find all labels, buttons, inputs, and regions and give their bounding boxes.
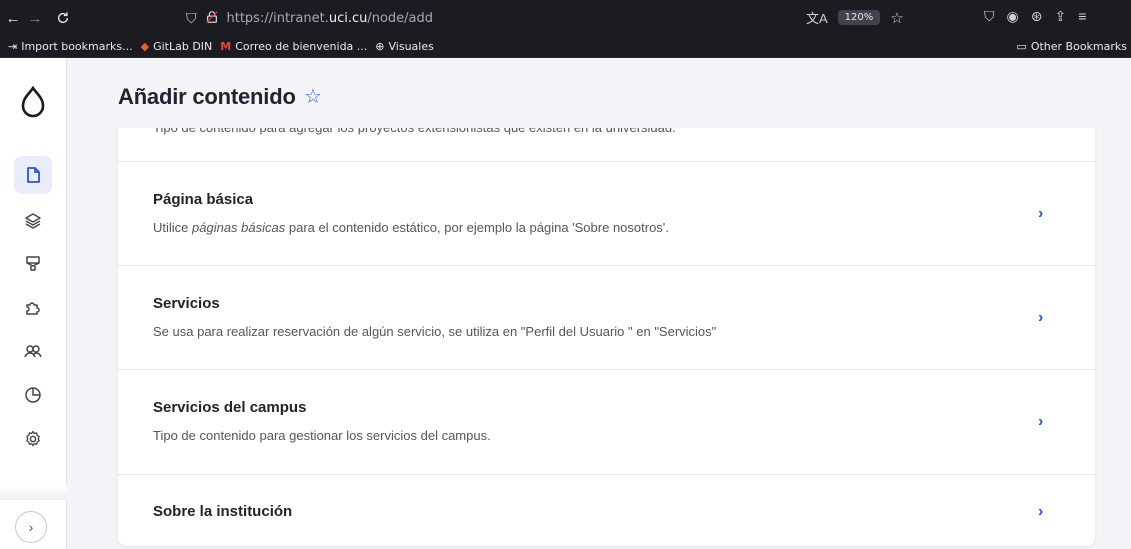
content-type-name[interactable]: Página básica: [153, 191, 253, 208]
chevron-right-icon[interactable]: ›: [1038, 205, 1043, 223]
admin-sidebar: ›: [0, 58, 67, 549]
extension-icon[interactable]: ⊛: [1031, 8, 1043, 25]
page-header: Añadir contenido ☆: [68, 58, 1131, 128]
url-text[interactable]: https://intranet.uci.cu/node/add: [227, 11, 434, 26]
gmail-icon: M: [220, 40, 232, 53]
content-type-sobre-institucion[interactable]: Sobre la institución ›: [118, 475, 1095, 546]
people-icon: [24, 345, 42, 358]
tracking-shield-icon[interactable]: ⛉: [186, 10, 197, 27]
translate-icon[interactable]: 文A: [806, 8, 828, 27]
content-type-description: Se usa para realizar reservación de algú…: [153, 324, 717, 339]
sidebar-configuration-button[interactable]: [14, 420, 52, 458]
sidebar-appearance-button[interactable]: [14, 245, 52, 283]
file-icon: [27, 167, 40, 183]
chevron-right-icon[interactable]: ›: [1038, 413, 1043, 431]
content-type-name[interactable]: Servicios: [153, 295, 220, 312]
forward-button[interactable]: →: [24, 7, 46, 29]
chevron-right-icon[interactable]: ›: [1038, 503, 1043, 521]
reload-icon: [57, 12, 69, 24]
reload-button[interactable]: [52, 7, 74, 29]
pocket-icon[interactable]: ⛉: [984, 8, 995, 25]
bookmark-visuales[interactable]: ⊕ Visuales: [375, 40, 434, 53]
content-type-name[interactable]: Sobre la institución: [153, 503, 292, 520]
menu-icon[interactable]: ≡: [1078, 8, 1086, 25]
sidebar-people-button[interactable]: [14, 332, 52, 370]
browser-toolbar: ← → ⛉ https://intranet.uci.cu/node/add 文…: [0, 0, 1131, 36]
page-title: Añadir contenido: [118, 84, 296, 109]
content-type-servicios[interactable]: Servicios Se usa para realizar reservaci…: [118, 266, 1095, 370]
back-button[interactable]: ←: [2, 7, 24, 29]
shortcut-star-icon[interactable]: ☆: [304, 84, 322, 109]
import-icon: ⇥: [8, 40, 18, 53]
drupal-logo-icon[interactable]: [20, 85, 46, 118]
url-bar[interactable]: ⛉ https://intranet.uci.cu/node/add: [178, 4, 898, 32]
gear-icon: [26, 430, 40, 447]
brush-icon: [26, 256, 40, 271]
layers-icon: [25, 213, 41, 229]
sidebar-fade: [0, 486, 67, 500]
globe-icon: ⊕: [375, 40, 385, 53]
account-icon[interactable]: ◉: [1007, 8, 1019, 25]
other-bookmarks[interactable]: ▭ Other Bookmarks: [1016, 40, 1127, 53]
folder-icon: ▭: [1016, 40, 1027, 53]
sidebar-reports-button[interactable]: [14, 376, 52, 414]
content-type-description: Utilice páginas básicas para el contenid…: [153, 220, 669, 235]
content-type-description: Tipo de contenido para gestionar los ser…: [153, 428, 491, 443]
content-type-pagina-basica[interactable]: Página básica Utilice páginas básicas pa…: [118, 162, 1095, 266]
sidebar-structure-button[interactable]: [14, 202, 52, 240]
pie-chart-icon: [25, 387, 41, 403]
bookmarks-bar: ⇥ Import bookmarks... ◆ GitLab DIN M Cor…: [0, 36, 1131, 58]
puzzle-icon: [26, 302, 40, 315]
sidebar-content-button[interactable]: [14, 156, 52, 194]
lock-icon[interactable]: [205, 10, 219, 27]
bookmark-gitlab[interactable]: ◆ GitLab DIN: [141, 40, 213, 53]
sidebar-expand-button[interactable]: ›: [15, 511, 47, 543]
sidebar-extend-button[interactable]: [14, 288, 52, 326]
zoom-level[interactable]: 120%: [837, 10, 881, 25]
content-type-list: Tipo de contenido para agregar los proye…: [118, 106, 1095, 546]
content-type-servicios-campus[interactable]: Servicios del campus Tipo de contenido p…: [118, 370, 1095, 475]
gitlab-icon: ◆: [140, 40, 150, 53]
share-icon[interactable]: ⇪: [1054, 8, 1066, 25]
bookmark-star-icon[interactable]: ☆: [890, 9, 903, 27]
bookmark-import[interactable]: ⇥ Import bookmarks...: [8, 40, 133, 53]
chevron-right-icon[interactable]: ›: [1038, 309, 1043, 327]
bookmark-correo[interactable]: M Correo de bienvenida ...: [220, 40, 367, 53]
content-type-name[interactable]: Servicios del campus: [153, 399, 306, 416]
page-area: › Añadir contenido ☆ Tipo de contenido p…: [0, 58, 1131, 549]
chevron-right-icon: ›: [28, 519, 34, 535]
